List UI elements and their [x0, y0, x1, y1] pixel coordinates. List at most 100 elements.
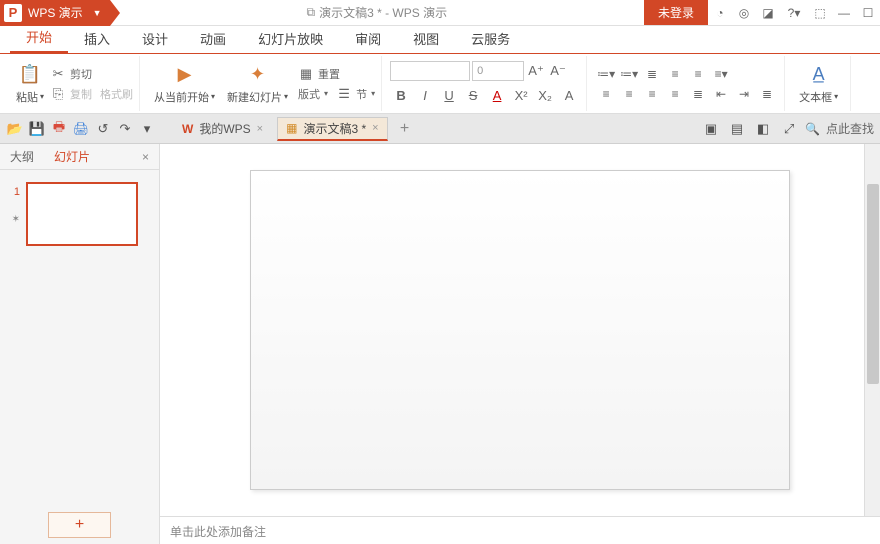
slide-canvas[interactable] — [250, 170, 790, 490]
format-painter-label[interactable]: 格式刷 — [100, 86, 133, 102]
tab-start[interactable]: 开始 — [10, 22, 68, 53]
textbox-icon: A̲ — [807, 63, 831, 87]
group-paragraph: ≔▾ ≔▾ ≣ ≡ ≡ ≡▾ ≡ ≡ ≡ ≡ ≣ ⇤ ⇥ ≣ — [589, 56, 785, 111]
view-icon-3[interactable]: ◧ — [753, 118, 773, 140]
subscript-button[interactable]: X₂ — [534, 85, 556, 107]
align-justify-button[interactable]: ≡ — [664, 84, 686, 104]
minimize-icon[interactable]: — — [832, 0, 856, 25]
grow-font-button[interactable]: A⁺ — [526, 61, 546, 81]
search-icon[interactable]: 🔍 — [805, 122, 820, 136]
strike-button[interactable]: S — [462, 85, 484, 107]
add-tab-button[interactable]: + — [394, 118, 416, 140]
add-slide-button[interactable]: + — [48, 512, 111, 538]
indent-button[interactable]: ⇥ — [733, 84, 755, 104]
layout-icon: ▦ — [298, 66, 314, 82]
undo-button[interactable]: ↺ — [92, 118, 114, 140]
addon-icon[interactable]: ◪ — [756, 0, 780, 25]
layout-dropdown[interactable]: 版式▾ — [298, 85, 328, 103]
indent-inc-button[interactable]: ≡ — [664, 64, 686, 84]
app-logo-icon: P — [4, 4, 22, 22]
doc-tab-presentation[interactable]: ▦ 演示文稿3 * × — [277, 117, 387, 141]
close-icon[interactable]: × — [372, 122, 378, 134]
font-size-input[interactable]: 0 — [472, 61, 524, 81]
columns-button[interactable]: ≣ — [756, 84, 778, 104]
maximize-icon[interactable]: ☐ — [856, 0, 880, 25]
view-icon-2[interactable]: ▤ — [727, 118, 747, 140]
caret-down-icon: ▾ — [834, 92, 838, 101]
tab-slideshow[interactable]: 幻灯片放映 — [242, 24, 339, 53]
clear-format-button[interactable]: A — [558, 85, 580, 107]
sidebar-close-button[interactable]: × — [132, 150, 159, 164]
work-area: 大纲 幻灯片 × 1 ✶ + 单击此处添加备注 — [0, 144, 880, 544]
align-left-button[interactable]: ≡ — [595, 84, 617, 104]
copy-button[interactable]: ⎘复制格式刷 — [50, 85, 133, 103]
bold-button[interactable]: B — [390, 85, 412, 107]
shrink-font-button[interactable]: A⁻ — [548, 61, 568, 81]
thumbnail-item[interactable]: 1 ✶ — [0, 180, 159, 248]
close-icon[interactable]: × — [257, 123, 263, 135]
sidebar-tab-slides[interactable]: 幻灯片 — [44, 148, 100, 165]
paste-button[interactable]: 📋 粘贴▾ — [10, 63, 50, 105]
bullets-button[interactable]: ≔▾ — [595, 64, 617, 84]
search-text[interactable]: 点此查找 — [826, 120, 874, 137]
align-right-button[interactable]: ≡ — [641, 84, 663, 104]
section-dropdown[interactable]: 节▾ — [356, 85, 375, 103]
section-label: 节 — [356, 86, 367, 102]
app-menu[interactable]: P WPS 演示 ▼ — [0, 0, 110, 26]
doc-tab-label: 我的WPS — [199, 120, 250, 137]
tab-cloud[interactable]: 云服务 — [455, 24, 526, 53]
text-dir-button[interactable]: ≡▾ — [710, 64, 732, 84]
align-center-button[interactable]: ≡ — [618, 84, 640, 104]
italic-button[interactable]: I — [414, 85, 436, 107]
font-color-button[interactable]: A — [486, 85, 508, 107]
title-right: 未登录 ◔ ◎ ◪ ?▾ ⬚ — ☐ — [644, 0, 880, 25]
tab-review[interactable]: 审阅 — [339, 24, 397, 53]
vertical-scrollbar[interactable] — [864, 144, 880, 516]
outdent-button[interactable]: ⇤ — [710, 84, 732, 104]
print-preview-button[interactable]: 🖨 — [70, 118, 92, 140]
layout-button[interactable]: ▦重置 — [298, 65, 375, 83]
new-slide-button[interactable]: ✦ 新建幻灯片▾ — [221, 63, 294, 105]
cut-button[interactable]: ✂剪切 — [50, 65, 133, 83]
canvas-viewport[interactable] — [160, 144, 880, 516]
scrollbar-thumb[interactable] — [867, 184, 879, 384]
ribbon-toggle-icon[interactable]: ⬚ — [808, 0, 832, 25]
font-name-input[interactable] — [390, 61, 470, 81]
print-button[interactable]: 🖶 — [48, 118, 70, 140]
doc-tab-label: 演示文稿3 * — [303, 120, 366, 137]
qat-more-button[interactable]: ▾ — [136, 118, 158, 140]
redo-button[interactable]: ↷ — [114, 118, 136, 140]
caret-down-icon: ▾ — [40, 92, 44, 101]
help-icon[interactable]: ?▾ — [780, 0, 808, 25]
superscript-button[interactable]: X² — [510, 85, 532, 107]
clipboard-stack: ✂剪切 ⎘复制格式刷 — [50, 63, 133, 105]
quick-access-row: 📂 💾 🖶 🖨 ↺ ↷ ▾ W 我的WPS × ▦ 演示文稿3 * × + ▣ … — [0, 114, 880, 144]
line-spacing-button[interactable]: ≡ — [687, 64, 709, 84]
view-icon-1[interactable]: ▣ — [701, 118, 721, 140]
notes-pane[interactable]: 单击此处添加备注 — [160, 516, 880, 544]
tab-insert[interactable]: 插入 — [68, 24, 126, 53]
slide-thumbnail[interactable] — [26, 182, 138, 246]
slide-options-stack: ▦重置 版式▾ ☰ 节▾ — [298, 63, 375, 105]
cut-label: 剪切 — [70, 66, 92, 82]
tab-view[interactable]: 视图 — [397, 24, 455, 53]
numbering-button[interactable]: ≔▾ — [618, 64, 640, 84]
open-button[interactable]: 📂 — [4, 118, 26, 140]
menu-tabs: 开始 插入 设计 动画 幻灯片放映 审阅 视图 云服务 — [0, 26, 880, 54]
from-current-button[interactable]: ▶ 从当前开始▾ — [148, 63, 221, 105]
section-row: 版式▾ ☰ 节▾ — [298, 85, 375, 103]
doc-tab-mywps[interactable]: W 我的WPS × — [174, 117, 271, 141]
distribute-button[interactable]: ≣ — [687, 84, 709, 104]
tab-design[interactable]: 设计 — [126, 24, 184, 53]
sync-icon[interactable]: ◎ — [732, 0, 756, 25]
login-button[interactable]: 未登录 — [644, 0, 708, 25]
sidebar-tab-outline[interactable]: 大纲 — [0, 148, 44, 165]
paste-label: 粘贴 — [16, 89, 38, 105]
save-button[interactable]: 💾 — [26, 118, 48, 140]
tab-animation[interactable]: 动画 — [184, 24, 242, 53]
skin-icon[interactable]: ◔ — [708, 0, 732, 25]
textbox-button[interactable]: A̲ 文本框▾ — [793, 63, 844, 105]
indent-dec-button[interactable]: ≣ — [641, 64, 663, 84]
underline-button[interactable]: U — [438, 85, 460, 107]
view-icon-4[interactable]: ⤢ — [779, 118, 799, 140]
